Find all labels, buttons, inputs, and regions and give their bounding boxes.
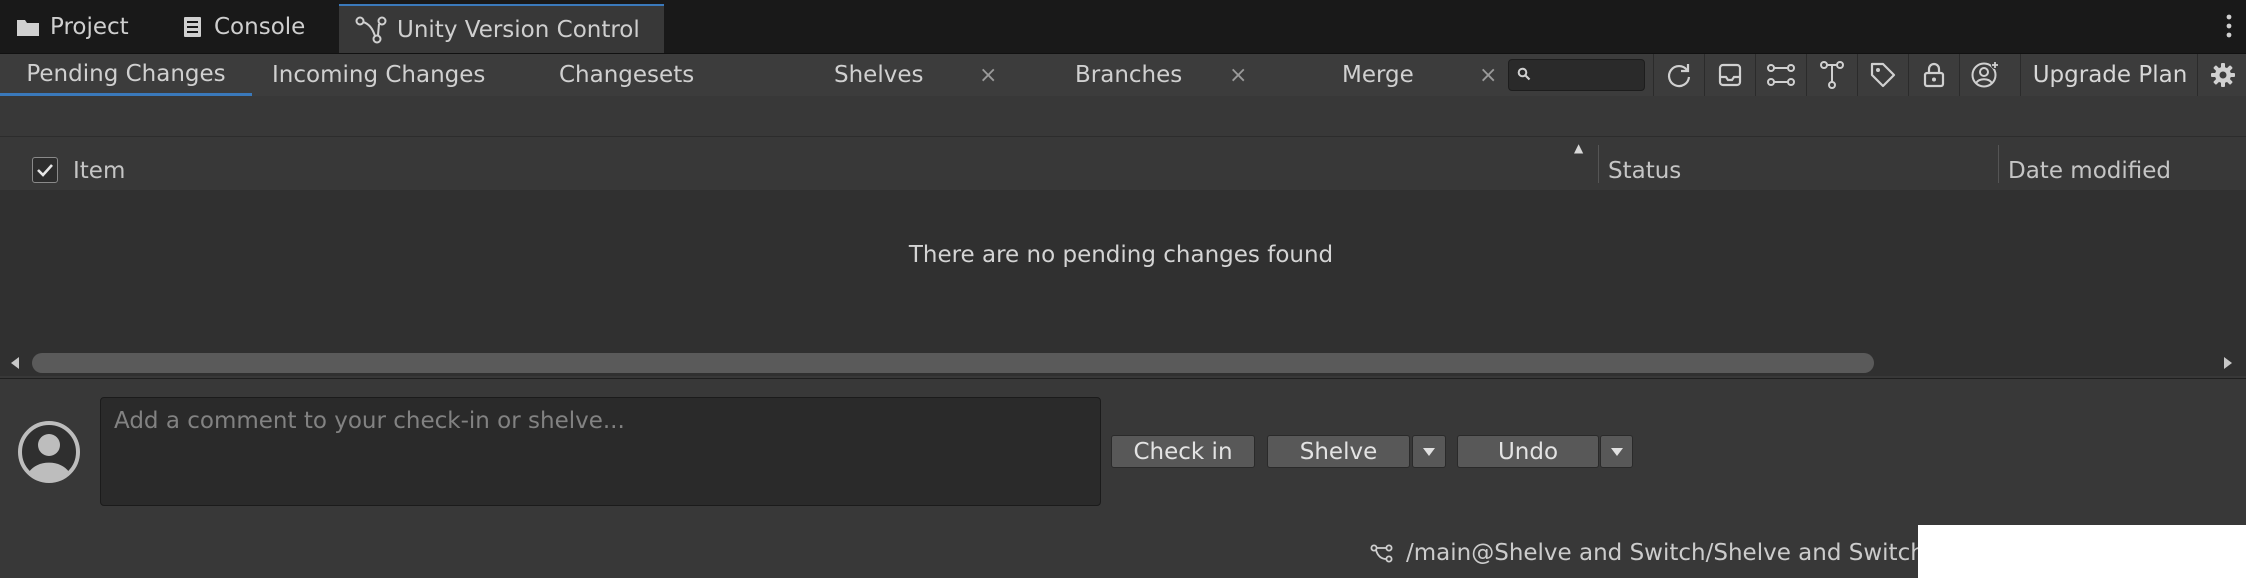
column-header-date-modified[interactable]: Date modified: [2008, 137, 2171, 190]
column-divider[interactable]: [1998, 145, 1999, 183]
tab-branches-label: Branches: [1075, 62, 1183, 88]
search-field[interactable]: [1508, 59, 1645, 91]
tab-project[interactable]: Project: [16, 0, 129, 53]
undo-button[interactable]: Undo: [1457, 435, 1599, 468]
tab-unity-version-control-label: Unity Version Control: [397, 16, 640, 43]
branches-icon: [1766, 62, 1796, 88]
blank-overlay: [1918, 525, 2246, 578]
tab-shelves[interactable]: Shelves: [834, 54, 923, 96]
settings-button[interactable]: [2197, 54, 2246, 96]
pending-changes-list: [0, 190, 2246, 352]
check-in-button[interactable]: Check in: [1111, 435, 1255, 468]
lock-button[interactable]: [1908, 54, 1959, 96]
tab-console-label: Console: [214, 13, 306, 40]
user-settings-button[interactable]: [1959, 54, 2010, 96]
folder-icon: [16, 17, 40, 37]
tab-pending-changes[interactable]: Pending Changes: [0, 54, 252, 96]
undo-options-dropdown[interactable]: [1600, 435, 1633, 468]
close-merge-tab-icon[interactable]: ×: [1479, 54, 1497, 96]
chevron-down-icon: [1610, 447, 1624, 457]
table-header: Item ▲ Status Date modified: [0, 137, 2246, 190]
sort-ascending-icon: ▲: [1574, 141, 1584, 155]
avatar: [17, 420, 81, 484]
gear-icon: [2209, 61, 2237, 89]
labels-button[interactable]: [1857, 54, 1908, 96]
refresh-button[interactable]: [1653, 54, 1704, 96]
branch-path: /main@Shelve and Switch/Shelve and Switc…: [1406, 540, 1925, 566]
empty-state-message: There are no pending changes found: [908, 242, 1334, 268]
select-all-checkbox[interactable]: [32, 157, 58, 183]
column-header-status[interactable]: Status: [1608, 137, 1681, 190]
column-header-item[interactable]: Item: [73, 137, 125, 190]
chevron-down-icon: [1422, 447, 1436, 457]
branch-explorer-button[interactable]: [1806, 54, 1857, 96]
more-options-icon[interactable]: [2226, 14, 2232, 38]
branch-icon: [1370, 543, 1394, 563]
comment-input[interactable]: [100, 397, 1101, 506]
branch-explorer-icon: [1818, 60, 1846, 90]
labels-icon: [1869, 61, 1897, 89]
version-control-icon: [355, 16, 387, 44]
shelve-options-dropdown[interactable]: [1412, 435, 1446, 468]
tab-changesets[interactable]: Changesets: [559, 54, 694, 96]
list-top-spacer: [0, 96, 2246, 137]
tab-pending-changes-label: Pending Changes: [26, 60, 226, 87]
workspace-status: /main@Shelve and Switch/Shelve and Switc…: [1370, 538, 1925, 568]
shelve-button[interactable]: Shelve: [1267, 435, 1410, 468]
tab-shelves-label: Shelves: [834, 62, 924, 88]
branches-button[interactable]: [1755, 54, 1806, 96]
close-shelves-tab-icon[interactable]: ×: [979, 54, 997, 96]
tab-console[interactable]: Console: [182, 0, 305, 53]
tab-changesets-label: Changesets: [559, 62, 695, 88]
scroll-left-icon[interactable]: [10, 356, 20, 370]
user-settings-icon: [1970, 60, 2000, 90]
window-tab-strip: [0, 0, 2246, 54]
tab-incoming-changes-label: Incoming Changes: [272, 62, 486, 88]
close-branches-tab-icon[interactable]: ×: [1229, 54, 1247, 96]
scrollbar-thumb[interactable]: [32, 353, 1874, 373]
tab-unity-version-control[interactable]: Unity Version Control: [339, 4, 664, 53]
upgrade-plan-button[interactable]: Upgrade Plan: [2020, 54, 2199, 96]
scroll-right-icon[interactable]: [2223, 356, 2233, 370]
refresh-icon: [1665, 61, 1693, 89]
tab-branches[interactable]: Branches: [1075, 54, 1182, 96]
lock-icon: [1921, 61, 1947, 89]
console-icon: [182, 16, 204, 38]
search-input[interactable]: [1533, 62, 1641, 88]
tab-incoming-changes[interactable]: Incoming Changes: [272, 54, 485, 96]
tab-project-label: Project: [50, 13, 129, 40]
inbox-button[interactable]: [1704, 54, 1755, 96]
search-icon: [1517, 67, 1531, 81]
tab-merge[interactable]: Merge: [1342, 54, 1414, 96]
tab-merge-label: Merge: [1342, 62, 1414, 88]
column-divider[interactable]: [1598, 145, 1599, 183]
inbox-icon: [1716, 61, 1744, 89]
